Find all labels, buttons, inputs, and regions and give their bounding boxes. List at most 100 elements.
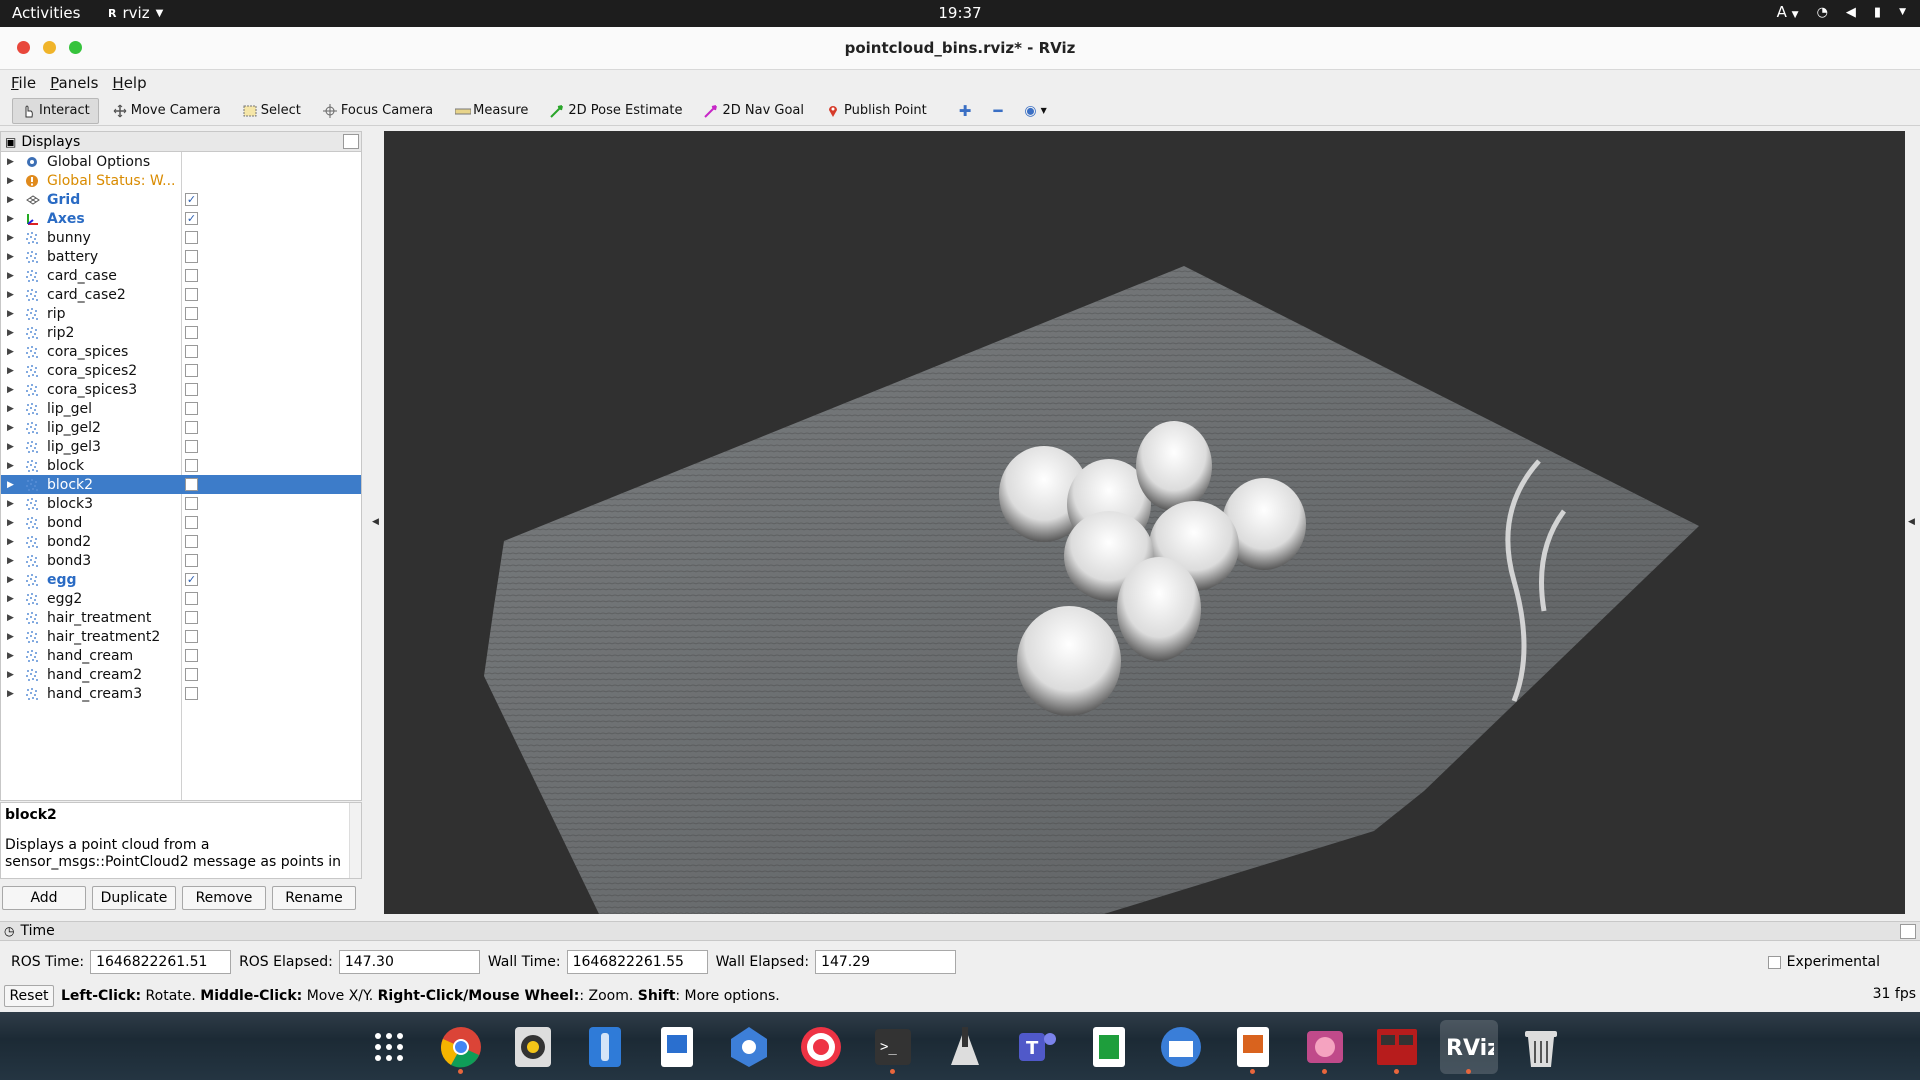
writer-icon[interactable] [648, 1020, 706, 1074]
display-enable-checkbox[interactable] [185, 668, 198, 681]
expand-arrow-icon[interactable]: ▶ [7, 689, 19, 699]
display-enable-checkbox[interactable] [185, 535, 198, 548]
display-enable-checkbox[interactable] [185, 611, 198, 624]
rename-button[interactable]: Rename [272, 886, 356, 910]
expand-arrow-icon[interactable]: ▶ [7, 214, 19, 224]
display-enable-checkbox[interactable] [185, 630, 198, 643]
display-item[interactable]: ▶ hand_cream3 [1, 684, 361, 703]
display-enable-checkbox[interactable] [185, 288, 198, 301]
display-item[interactable]: ▶ bond [1, 513, 361, 532]
expand-arrow-icon[interactable]: ▶ [7, 233, 19, 243]
display-enable-checkbox[interactable] [185, 421, 198, 434]
calc-icon[interactable] [1080, 1020, 1138, 1074]
experimental-checkbox[interactable] [1767, 955, 1781, 969]
display-enable-checkbox[interactable] [185, 250, 198, 263]
display-item[interactable]: ▶ lip_gel2 [1, 418, 361, 437]
expand-arrow-icon[interactable]: ▶ [7, 423, 19, 433]
display-enable-checkbox[interactable] [185, 402, 198, 415]
collapse-left-icon[interactable]: ◀ [372, 517, 379, 527]
display-item[interactable]: ▶ egg ✓ [1, 570, 361, 589]
display-item[interactable]: ▶ bond2 [1, 532, 361, 551]
display-enable-checkbox[interactable] [185, 326, 198, 339]
duplicate-button[interactable]: Duplicate [92, 886, 176, 910]
rhythmbox-icon[interactable] [504, 1020, 562, 1074]
pose-estimate-tool[interactable]: 2D Pose Estimate [542, 98, 690, 124]
undock-button[interactable] [343, 134, 359, 149]
expand-arrow-icon[interactable]: ▶ [7, 537, 19, 547]
expand-arrow-icon[interactable]: ▶ [7, 366, 19, 376]
expand-arrow-icon[interactable]: ▶ [7, 442, 19, 452]
undock-button[interactable] [1900, 924, 1916, 939]
display-item[interactable]: ▶ hair_treatment [1, 608, 361, 627]
render-viewport[interactable] [384, 131, 1905, 914]
display-enable-checkbox[interactable] [185, 231, 198, 244]
menu-panels[interactable]: Panels [50, 74, 98, 92]
expand-arrow-icon[interactable]: ▶ [7, 499, 19, 509]
app-grid-icon[interactable] [360, 1020, 418, 1074]
expand-arrow-icon[interactable]: ▶ [7, 575, 19, 585]
description-scrollbar[interactable] [349, 803, 361, 878]
clock[interactable]: 19:37 [930, 4, 990, 22]
app-menu[interactable]: R rviz ▼ [108, 4, 163, 22]
expand-arrow-icon[interactable]: ▶ [7, 157, 19, 167]
remove-tool-button[interactable]: ━ [985, 98, 1010, 124]
display-item[interactable]: ▶ Axes ✓ [1, 209, 361, 228]
rviz-icon[interactable]: RViz [1440, 1020, 1498, 1074]
expand-arrow-icon[interactable]: ▶ [7, 518, 19, 528]
view-tool-button[interactable]: ◉ ▼ [1016, 98, 1054, 124]
image-viewer-icon[interactable] [1296, 1020, 1354, 1074]
expand-arrow-icon[interactable]: ▶ [7, 404, 19, 414]
experimental-toggle[interactable]: Experimental [1767, 954, 1880, 970]
display-item[interactable]: ▶ battery [1, 247, 361, 266]
display-item[interactable]: ▶ card_case2 [1, 285, 361, 304]
expand-arrow-icon[interactable]: ▶ [7, 290, 19, 300]
reset-button[interactable]: Reset [4, 985, 54, 1007]
display-item[interactable]: ▶ block3 [1, 494, 361, 513]
display-enable-checkbox[interactable] [185, 383, 198, 396]
display-enable-checkbox[interactable] [185, 440, 198, 453]
trash-icon[interactable] [1512, 1020, 1570, 1074]
chrome-icon[interactable] [432, 1020, 490, 1074]
terminator-icon[interactable] [1368, 1020, 1426, 1074]
expand-arrow-icon[interactable]: ▶ [7, 309, 19, 319]
expand-arrow-icon[interactable]: ▶ [7, 556, 19, 566]
input-language[interactable]: A ▼ [1777, 3, 1799, 21]
display-item[interactable]: ▶ Global Options [1, 152, 361, 171]
expand-arrow-icon[interactable]: ▶ [7, 670, 19, 680]
expand-arrow-icon[interactable]: ▶ [7, 176, 19, 186]
terminal-icon[interactable]: >_ [864, 1020, 922, 1074]
thunderbird-icon[interactable] [1152, 1020, 1210, 1074]
display-item[interactable]: ▶ block2 [1, 475, 361, 494]
menu-file[interactable]: File [11, 74, 36, 92]
display-enable-checkbox[interactable]: ✓ [185, 573, 198, 586]
expand-arrow-icon[interactable]: ▶ [7, 347, 19, 357]
display-enable-checkbox[interactable] [185, 345, 198, 358]
ros-elapsed-field[interactable]: 147.30 [338, 950, 480, 974]
display-enable-checkbox[interactable] [185, 687, 198, 700]
expand-arrow-icon[interactable]: ▶ [7, 195, 19, 205]
ros-time-field[interactable]: 1646822261.51 [90, 950, 232, 974]
display-enable-checkbox[interactable] [185, 364, 198, 377]
display-enable-checkbox[interactable] [185, 497, 198, 510]
expand-arrow-icon[interactable]: ▶ [7, 385, 19, 395]
display-item[interactable]: ▶ Global Status: W... [1, 171, 361, 190]
publish-point-tool[interactable]: Publish Point [818, 98, 935, 124]
display-enable-checkbox[interactable]: ✓ [185, 212, 198, 225]
expand-arrow-icon[interactable]: ▶ [7, 594, 19, 604]
expand-arrow-icon[interactable]: ▶ [7, 328, 19, 338]
display-item[interactable]: ▶ cora_spices2 [1, 361, 361, 380]
display-item[interactable]: ▶ rip [1, 304, 361, 323]
display-item[interactable]: ▶ Grid ✓ [1, 190, 361, 209]
display-item[interactable]: ▶ hand_cream [1, 646, 361, 665]
impress-icon[interactable] [1224, 1020, 1282, 1074]
display-item[interactable]: ▶ bunny [1, 228, 361, 247]
display-enable-checkbox[interactable] [185, 516, 198, 529]
remove-button[interactable]: Remove [182, 886, 266, 910]
expand-arrow-icon[interactable]: ▶ [7, 252, 19, 262]
expand-arrow-icon[interactable]: ▶ [7, 613, 19, 623]
display-item[interactable]: ▶ bond3 [1, 551, 361, 570]
move-camera-tool[interactable]: Move Camera [105, 98, 229, 124]
settings-icon[interactable] [720, 1020, 778, 1074]
display-enable-checkbox[interactable]: ✓ [185, 193, 198, 206]
display-enable-checkbox[interactable] [185, 649, 198, 662]
